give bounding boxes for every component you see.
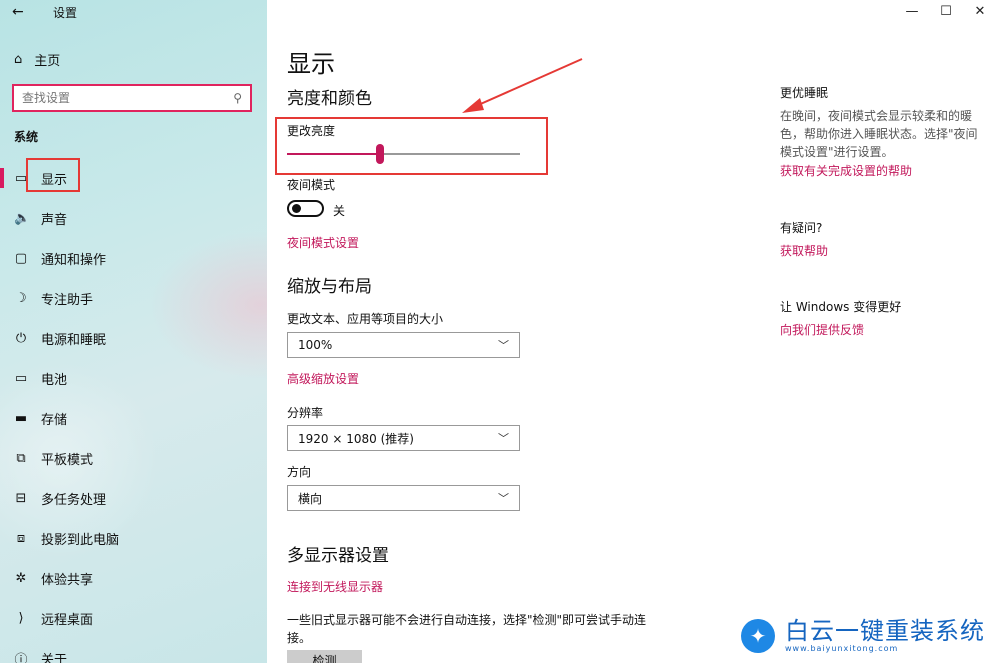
search-icon[interactable]: ⚲ (233, 91, 242, 105)
close-icon[interactable]: ✕ (963, 0, 997, 24)
sidebar-item-storage[interactable]: ▬ 存储 (0, 398, 267, 438)
slider-fill (287, 153, 381, 155)
section-scale-layout: 缩放与布局 (287, 277, 372, 297)
resolution-dropdown[interactable]: 1920 × 1080 (推荐) ﹀ (287, 425, 520, 451)
sidebar-item-battery[interactable]: ▭ 电池 (0, 358, 267, 398)
sidebar-item-shared-experiences[interactable]: ✲ 体验共享 (0, 558, 267, 598)
brightness-slider[interactable] (287, 144, 520, 164)
sidebar-item-label: 关于 (41, 652, 68, 663)
sidebar-item-label: 专注助手 (41, 292, 94, 308)
notification-icon: ▢ (14, 250, 28, 266)
orientation-label: 方向 (287, 465, 312, 479)
sidebar-item-label: 存储 (41, 412, 68, 428)
watermark: ✦ 白云一键重装系统 www.baiyunxitong.com (741, 618, 985, 653)
project-icon: ⧈ (16, 530, 26, 546)
advanced-scaling-link[interactable]: 高级缩放设置 (287, 370, 359, 387)
scale-value: 100% (298, 338, 333, 352)
maximize-icon[interactable]: ☐ (929, 0, 963, 24)
watermark-text: 白云一键重装系统 www.baiyunxitong.com (785, 618, 985, 653)
remote-icon: ⟩ (18, 610, 24, 626)
orientation-dropdown[interactable]: 横向 ﹀ (287, 485, 520, 511)
toggle-knob (292, 204, 301, 213)
main-content: — ☐ ✕ 显示 亮度和颜色 更改亮度 夜间模式 关 夜间模式设置 缩放与布局 … (267, 0, 997, 663)
section-label: 系统 (14, 130, 39, 144)
scale-label: 更改文本、应用等项目的大小 (287, 312, 444, 326)
back-arrow-icon[interactable]: ← (12, 4, 24, 20)
sidebar-nav: ▭ 显示 🔈 声音 ▢ 通知和操作 ☽ 专注助手 ⏻ 电源和睡眠 ▭ 电池 ▬ … (0, 158, 267, 663)
annotation-highlight-box (26, 158, 80, 192)
orientation-value: 横向 (298, 491, 323, 506)
speaker-icon: 🔈 (14, 210, 31, 226)
sidebar-item-focus-assist[interactable]: ☽ 专注助手 (0, 278, 267, 318)
sidebar-item-label: 多任务处理 (41, 492, 107, 508)
page-title: 显示 (287, 50, 335, 78)
multitask-icon: ⊟ (15, 490, 27, 506)
bird-logo-icon: ✦ (741, 618, 775, 653)
sleep-description: 在晚间，夜间模式会显示较柔和的暖色，帮助你进入睡眠状态。选择"夜间模式设置"进行… (780, 109, 978, 159)
sidebar: ← 设置 ⌂ 主页 ⚲ 系统 ▭ 显示 🔈 声音 ▢ 通知和操作 ☽ 专注助手 … (0, 0, 267, 663)
sidebar-item-label: 电源和睡眠 (41, 332, 107, 348)
question-title: 有疑问? (780, 221, 823, 235)
section-multi-display: 多显示器设置 (287, 546, 389, 566)
home-icon: ⌂ (14, 52, 23, 67)
sidebar-item-sound[interactable]: 🔈 声音 (0, 198, 267, 238)
improve-title: 让 Windows 变得更好 (780, 300, 902, 314)
storage-icon: ▬ (14, 410, 28, 426)
chevron-down-icon: ﹀ (498, 432, 509, 445)
detect-button[interactable]: 检测 (287, 650, 362, 663)
sidebar-item-label: 通知和操作 (41, 252, 107, 268)
titlebar-left: ← 设置 (0, 0, 267, 24)
sidebar-item-label: 主页 (34, 54, 61, 69)
connect-wireless-link[interactable]: 连接到无线显示器 (287, 578, 383, 595)
scale-dropdown[interactable]: 100% ﹀ (287, 332, 520, 358)
sidebar-item-label: 电池 (41, 372, 68, 388)
power-icon: ⏻ (15, 330, 27, 346)
app-title: 设置 (53, 6, 78, 20)
watermark-url: www.baiyunxitong.com (785, 644, 899, 653)
minimize-icon[interactable]: — (895, 0, 929, 24)
night-mode-label: 夜间模式 (287, 178, 336, 192)
setup-help-link[interactable]: 获取有关完成设置的帮助 (780, 162, 912, 179)
sidebar-item-label: 远程桌面 (41, 612, 94, 628)
share-icon: ✲ (15, 570, 27, 586)
night-mode-toggle[interactable] (287, 200, 324, 217)
tablet-icon: ⧉ (16, 450, 26, 466)
sidebar-item-notifications[interactable]: ▢ 通知和操作 (0, 238, 267, 278)
sidebar-item-power[interactable]: ⏻ 电源和睡眠 (0, 318, 267, 358)
sidebar-item-multitasking[interactable]: ⊟ 多任务处理 (0, 478, 267, 518)
section-brightness: 亮度和颜色 (287, 89, 372, 109)
battery-icon: ▭ (14, 370, 28, 386)
get-help-link[interactable]: 获取帮助 (780, 242, 828, 259)
sleep-title: 更优睡眠 (780, 86, 829, 100)
sidebar-item-tablet-mode[interactable]: ⧉ 平板模式 (0, 438, 267, 478)
sidebar-item-about[interactable]: ⓘ 关于 (0, 638, 267, 663)
slider-thumb[interactable] (376, 144, 385, 164)
watermark-brand: 白云一键重装系统 (785, 617, 985, 645)
chevron-down-icon: ﹀ (498, 492, 509, 505)
resolution-label: 分辨率 (287, 406, 324, 420)
info-icon: ⓘ (14, 652, 28, 663)
resolution-value: 1920 × 1080 (推荐) (298, 431, 414, 446)
multi-display-description: 一些旧式显示器可能不会进行自动连接，选择"检测"即可尝试手动连接。 (287, 613, 647, 645)
window-controls: — ☐ ✕ (895, 0, 997, 24)
sidebar-item-projecting[interactable]: ⧈ 投影到此电脑 (0, 518, 267, 558)
sidebar-item-home[interactable]: ⌂ 主页 (14, 50, 60, 69)
sidebar-item-remote-desktop[interactable]: ⟩ 远程桌面 (0, 598, 267, 638)
night-mode-state: 关 (333, 204, 346, 218)
night-mode-settings-link[interactable]: 夜间模式设置 (287, 234, 359, 251)
search-input[interactable] (22, 91, 234, 105)
chevron-down-icon: ﹀ (498, 339, 509, 352)
sidebar-item-label: 声音 (41, 212, 68, 228)
sidebar-item-label: 平板模式 (41, 452, 94, 468)
sidebar-item-label: 体验共享 (41, 572, 94, 588)
sidebar-item-label: 投影到此电脑 (41, 532, 120, 548)
brightness-label: 更改亮度 (287, 124, 336, 138)
feedback-link[interactable]: 向我们提供反馈 (780, 321, 864, 338)
search-box[interactable]: ⚲ (12, 84, 252, 112)
moon-icon: ☽ (15, 290, 27, 306)
